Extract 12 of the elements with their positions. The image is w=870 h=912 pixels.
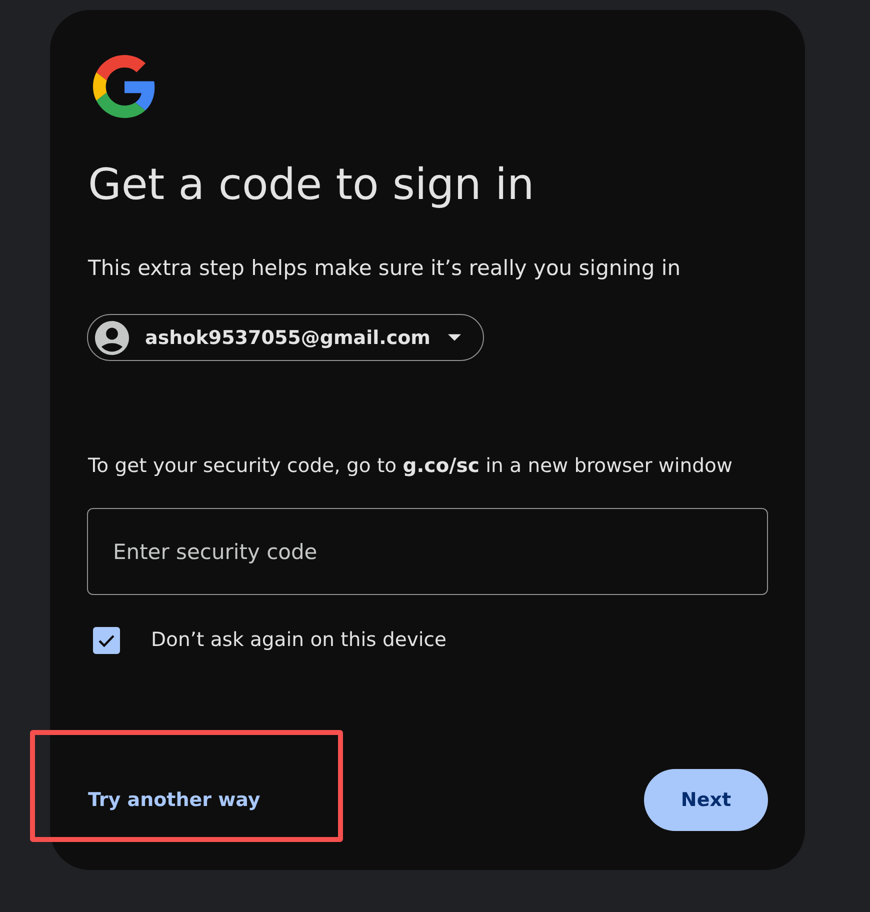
page-title: Get a code to sign in [88,159,536,211]
security-code-field[interactable]: Enter security code [87,508,768,595]
subtitle-text: This extra step helps make sure it’s really you signing in [88,255,682,282]
checkbox-label[interactable]: Don’t ask again on this device [151,626,447,654]
account-chip[interactable]: ashok9537055@gmail.com [87,314,484,361]
instruction-text: To get your security code, go to g.co/sc in a new browser window [88,453,734,479]
g-letter-logo [93,55,156,118]
next-button[interactable]: Next [644,769,768,831]
caret-icon [448,334,462,341]
check-icon [98,634,115,646]
try-another-way-link[interactable]: Try another way [88,786,260,814]
checkbox[interactable] [93,626,120,654]
